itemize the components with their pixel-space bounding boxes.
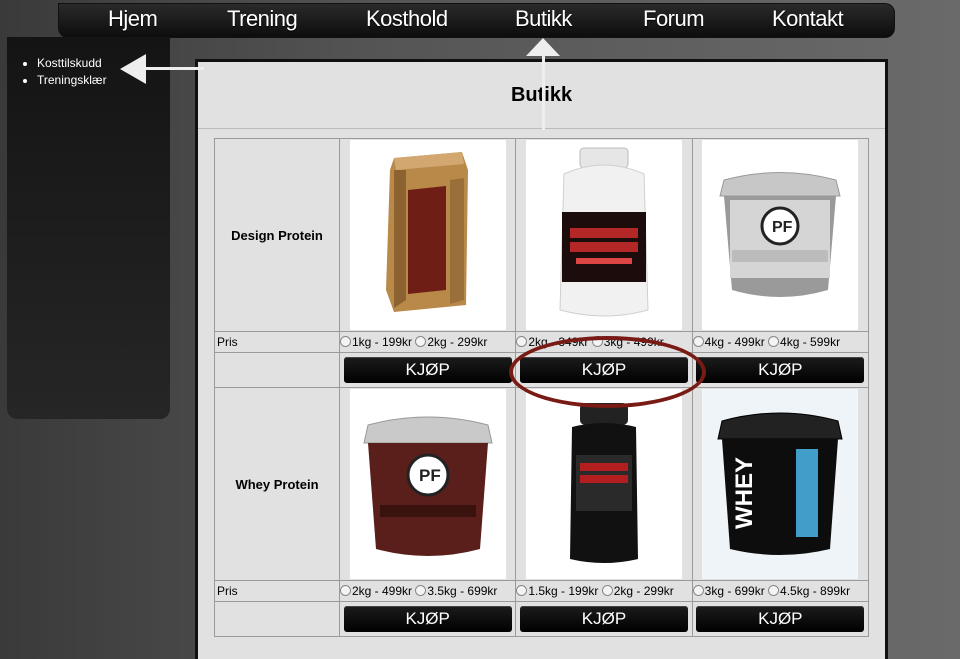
- radio-option[interactable]: [415, 585, 427, 596]
- price-options: 1.5kg - 199kr 2kg - 299kr: [515, 580, 693, 602]
- product-image[interactable]: WHEY: [702, 389, 859, 579]
- gold-bag-icon: [385, 152, 468, 312]
- radio-option[interactable]: [692, 336, 704, 347]
- product-image[interactable]: PF: [349, 389, 506, 579]
- nav-forum[interactable]: Forum: [643, 6, 705, 32]
- category-label: Design Protein: [214, 138, 340, 332]
- option-label: 2kg - 299kr: [427, 335, 488, 349]
- nav-kosthold[interactable]: Kosthold: [366, 6, 448, 32]
- nav-hjem[interactable]: Hjem: [108, 6, 158, 32]
- buy-cell: KJØP: [338, 601, 517, 637]
- buy-cell: KJØP: [515, 601, 693, 637]
- product-image-cell: [515, 138, 693, 332]
- annotation-arrow-up-icon: [526, 38, 560, 56]
- buy-button[interactable]: KJØP: [343, 357, 512, 383]
- category-label: Whey Protein: [214, 387, 340, 581]
- option-label: 2kg - 499kr: [352, 584, 413, 598]
- buy-button[interactable]: KJØP: [696, 357, 865, 383]
- radio-option[interactable]: [415, 336, 427, 347]
- annotation-ellipse: [509, 336, 706, 408]
- empty-cell: [214, 601, 340, 637]
- option-label: 1kg - 199kr: [352, 335, 413, 349]
- annotation-arrow-left-icon: [120, 54, 146, 84]
- annotation-arrow-line: [542, 52, 545, 130]
- table-row: Design Protein PF: [214, 138, 870, 332]
- radio-option[interactable]: [768, 336, 780, 347]
- table-row: KJØP KJØP KJØP: [214, 601, 870, 637]
- product-image-cell: [515, 387, 693, 581]
- product-image[interactable]: [525, 389, 682, 579]
- sidebar-list: Kosttilskudd Treningsklær: [25, 55, 170, 89]
- product-image[interactable]: PF: [702, 140, 859, 330]
- option-label: 4kg - 499kr: [704, 335, 765, 349]
- buy-cell: KJØP: [691, 352, 870, 388]
- table-row: Pris 2kg - 499kr 3.5kg - 699kr 1.5kg - 1…: [214, 580, 870, 602]
- option-label: 3kg - 699kr: [704, 584, 765, 598]
- option-label: 1.5kg - 199kr: [528, 584, 599, 598]
- buy-button[interactable]: KJØP: [343, 606, 512, 632]
- nav-kontakt[interactable]: Kontakt: [772, 6, 844, 32]
- buy-button[interactable]: KJØP: [696, 606, 865, 632]
- radio-option[interactable]: [692, 585, 704, 596]
- price-label: Pris: [214, 331, 340, 353]
- radio-option[interactable]: [340, 336, 351, 347]
- product-image-cell: [338, 138, 517, 332]
- table-row: Whey Protein PF WHEY: [214, 387, 870, 581]
- buy-cell: KJØP: [338, 352, 517, 388]
- price-options: 4kg - 499kr 4kg - 599kr: [691, 331, 870, 353]
- option-label: 2kg - 299kr: [613, 584, 674, 598]
- radio-option[interactable]: [516, 336, 528, 347]
- tub-icon: [569, 403, 638, 563]
- price-options: 3kg - 699kr 4.5kg - 899kr: [691, 580, 870, 602]
- nav-trening[interactable]: Trening: [227, 6, 298, 32]
- radio-option[interactable]: [516, 585, 528, 596]
- bucket-icon: WHEY: [717, 412, 843, 555]
- price-label: Pris: [214, 580, 340, 602]
- sidebar-item-treningsklaer[interactable]: Treningsklær: [37, 72, 170, 89]
- price-options: 2kg - 499kr 3.5kg - 699kr: [338, 580, 517, 602]
- option-label: 3.5kg - 699kr: [427, 584, 498, 598]
- svg-text:WHEY: WHEY: [731, 457, 758, 529]
- annotation-arrow-line: [140, 67, 204, 70]
- nav-butikk[interactable]: Butikk: [515, 6, 572, 32]
- bucket-icon: PF: [363, 416, 493, 556]
- buy-cell: KJØP: [691, 601, 870, 637]
- svg-text:PF: PF: [772, 219, 793, 236]
- product-image[interactable]: [349, 140, 506, 330]
- option-label: 4kg - 599kr: [780, 335, 841, 349]
- product-image-cell: PF: [691, 138, 870, 332]
- top-navigation: Hjem Trening Kosthold Butikk Forum Konta…: [58, 3, 895, 38]
- svg-text:PF: PF: [419, 466, 441, 485]
- empty-cell: [214, 352, 340, 388]
- price-options: 1kg - 199kr 2kg - 299kr: [338, 331, 517, 353]
- radio-option[interactable]: [340, 585, 351, 596]
- radio-option[interactable]: [601, 585, 613, 596]
- product-image[interactable]: [525, 140, 682, 330]
- product-image-cell: WHEY: [691, 387, 870, 581]
- buy-button[interactable]: KJØP: [519, 606, 688, 632]
- radio-option[interactable]: [768, 585, 780, 596]
- bucket-icon: PF: [719, 172, 841, 297]
- sidebar: Kosttilskudd Treningsklær: [7, 37, 170, 419]
- option-label: 4.5kg - 899kr: [780, 584, 851, 598]
- tub-icon: [559, 147, 649, 317]
- product-image-cell: PF: [338, 387, 517, 581]
